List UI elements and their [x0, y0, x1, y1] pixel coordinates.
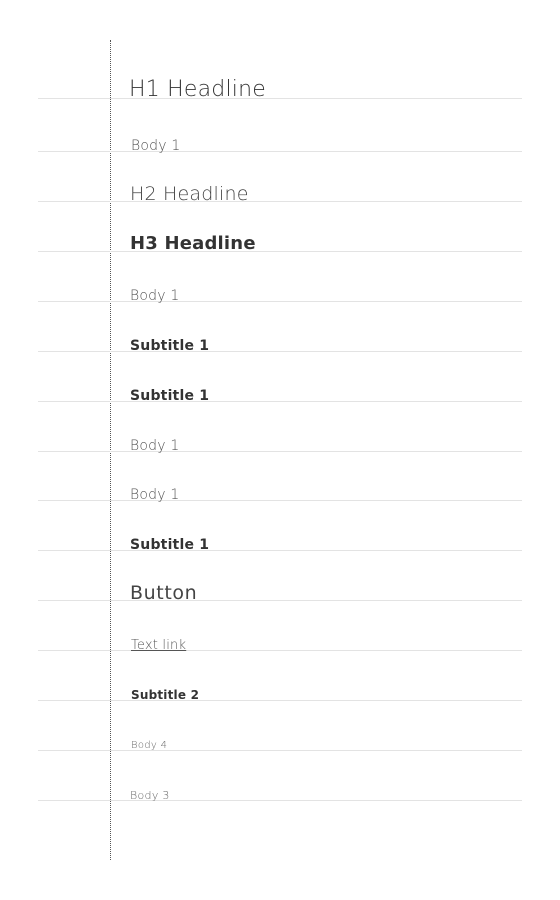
baseline-rule — [38, 750, 522, 751]
baseline-rule — [38, 500, 522, 501]
baseline-rule — [38, 401, 522, 402]
baseline-rule — [38, 650, 522, 651]
body1-sample: Body 1 — [130, 288, 180, 304]
body1-sample: Body 1 — [131, 138, 181, 154]
vertical-guide-line — [110, 40, 111, 860]
baseline-rule — [38, 151, 522, 152]
h3-headline-sample: H3 Headline — [130, 233, 256, 254]
h1-headline-sample: H1 Headline — [129, 77, 266, 102]
subtitle2-sample: Subtitle 2 — [131, 688, 200, 702]
subtitle1-sample: Subtitle 1 — [130, 388, 210, 404]
baseline-rule — [38, 451, 522, 452]
baseline-rule — [38, 251, 522, 252]
subtitle1-sample: Subtitle 1 — [130, 537, 210, 553]
button-sample: Button — [130, 582, 198, 604]
h2-headline-sample: H2 Headline — [130, 183, 249, 205]
type-specimen-page: H1 Headline Body 1 H2 Headline H3 Headli… — [0, 0, 560, 900]
baseline-rule — [38, 98, 522, 99]
baseline-rule — [38, 600, 522, 601]
body3-sample: Body 3 — [130, 789, 170, 802]
baseline-rule — [38, 800, 522, 801]
subtitle1-sample: Subtitle 1 — [130, 338, 210, 354]
body1-sample: Body 1 — [130, 438, 180, 454]
baseline-rule — [38, 201, 522, 202]
body1-sample: Body 1 — [130, 487, 180, 503]
baseline-rule — [38, 301, 522, 302]
text-link-sample[interactable]: Text link — [131, 639, 186, 652]
baseline-rule — [38, 550, 522, 551]
body4-sample: Body 4 — [131, 740, 168, 751]
baseline-rule — [38, 351, 522, 352]
baseline-rule — [38, 700, 522, 701]
